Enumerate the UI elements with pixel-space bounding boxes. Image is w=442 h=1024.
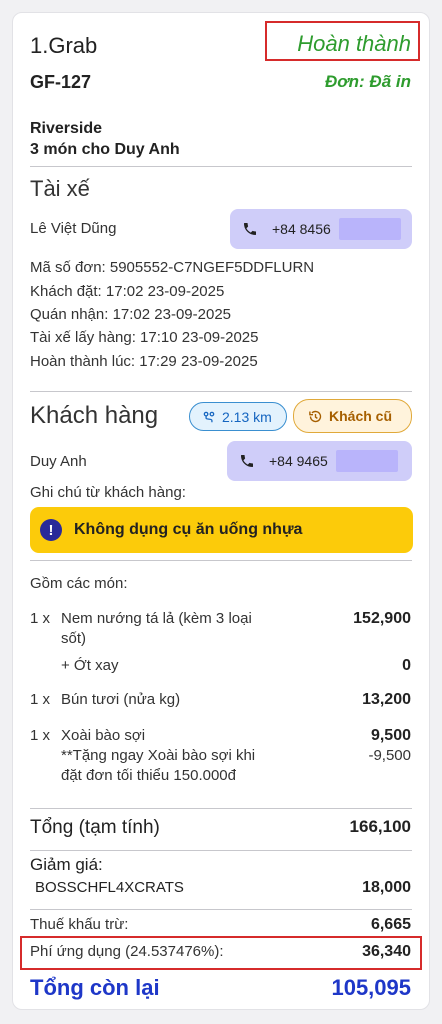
divider xyxy=(30,166,412,167)
distance-text: 2.13 km xyxy=(222,408,272,425)
store-name: Riverside xyxy=(30,120,103,137)
divider xyxy=(30,909,412,910)
item-name: Bún tươi (nửa kg) xyxy=(61,691,181,708)
items-summary: 3 món cho Duy Anh xyxy=(30,141,180,158)
tax-value: 6,665 xyxy=(370,916,411,933)
item-qty: 1 x xyxy=(30,727,51,744)
item-price: 9,500 xyxy=(370,727,411,744)
route-icon xyxy=(203,411,215,422)
customer-note-box: ! Không dụng cụ ăn uống nhựa xyxy=(30,507,413,553)
order-card: 1.Grab Hoàn thành GF-127 Đơn: Đã in Rive… xyxy=(12,12,430,1010)
remaining-total-label: Tổng còn lại xyxy=(30,975,160,1000)
discount-value: 18,000 xyxy=(362,879,411,896)
returning-customer-text: Khách cũ xyxy=(329,408,393,424)
promo-note-cont: đặt đơn tối thiểu 150.000đ xyxy=(61,767,236,784)
order-status: Hoàn thành xyxy=(297,31,411,56)
customer-phone-number: +84 9465 xyxy=(269,453,328,469)
item-qty: 1 x xyxy=(30,610,51,627)
item-price: 152,900 xyxy=(353,610,411,627)
promo-note: **Tặng ngay Xoài bào sợi khi xyxy=(61,747,256,764)
tax-label: Thuế khấu trừ: xyxy=(30,916,129,933)
divider xyxy=(30,391,412,392)
phone-icon xyxy=(239,453,259,469)
customer-note-label: Ghi chú từ khách hàng: xyxy=(30,484,186,501)
item-name-cont: sốt) xyxy=(61,630,87,647)
customer-phone-button[interactable]: +84 9465 xyxy=(227,441,412,481)
items-header: Gồm các món: xyxy=(30,575,128,592)
customer-note-text: Không dụng cụ ăn uống nhựa xyxy=(74,521,303,538)
item-name: Nem nướng tá lả (kèm 3 loại xyxy=(61,610,252,627)
remaining-total-value: 105,095 xyxy=(331,975,411,1000)
subtotal-value: 166,100 xyxy=(349,817,411,836)
history-icon xyxy=(309,410,322,422)
driver-phone-button[interactable]: +84 8456 xyxy=(230,209,412,249)
divider xyxy=(30,850,412,851)
phone-icon xyxy=(242,221,262,237)
item-qty: 1 x xyxy=(30,691,51,708)
returning-customer-badge: Khách cũ xyxy=(293,399,412,433)
driver-phone-number: +84 8456 xyxy=(272,221,331,237)
customer-section-title: Khách hàng xyxy=(30,402,159,429)
order-id: Mã số đơn: 5905552-C7NGEF5DDFLURN xyxy=(30,259,315,276)
app-fee-value: 36,340 xyxy=(362,943,411,960)
driver-section-title: Tài xế xyxy=(30,176,90,201)
item-price: 13,200 xyxy=(362,691,411,708)
store-accept-time: Quán nhận: 17:02 23-09-2025 xyxy=(30,306,231,323)
item-name: Xoài bào sợi xyxy=(61,727,146,744)
promo-discount: -9,500 xyxy=(368,747,411,764)
item-option: + Ớt xay xyxy=(61,657,119,674)
customer-name: Duy Anh xyxy=(30,453,87,470)
phone-redaction xyxy=(338,218,401,240)
phone-redaction xyxy=(335,450,398,472)
order-code: GF-127 xyxy=(30,72,92,92)
driver-pickup-time: Tài xế lấy hàng: 17:10 23-09-2025 xyxy=(30,329,259,346)
item-option-price: 0 xyxy=(402,657,411,674)
completed-time: Hoàn thành lúc: 17:29 23-09-2025 xyxy=(30,353,258,370)
app-fee-label: Phí ứng dụng (24.537476%): xyxy=(30,943,224,960)
distance-badge: 2.13 km xyxy=(189,402,287,431)
subtotal-label: Tổng (tạm tính) xyxy=(30,817,160,838)
alert-icon: ! xyxy=(40,519,62,541)
print-status: Đơn: Đã in xyxy=(324,72,411,91)
divider xyxy=(30,560,412,561)
order-title: 1.Grab xyxy=(30,33,98,58)
discount-label: Giảm giá: xyxy=(30,855,103,874)
discount-code: BOSSCHFL4XCRATS xyxy=(35,879,184,896)
customer-order-time: Khách đặt: 17:02 23-09-2025 xyxy=(30,283,225,300)
divider xyxy=(30,808,412,809)
driver-name: Lê Việt Dũng xyxy=(30,220,117,237)
